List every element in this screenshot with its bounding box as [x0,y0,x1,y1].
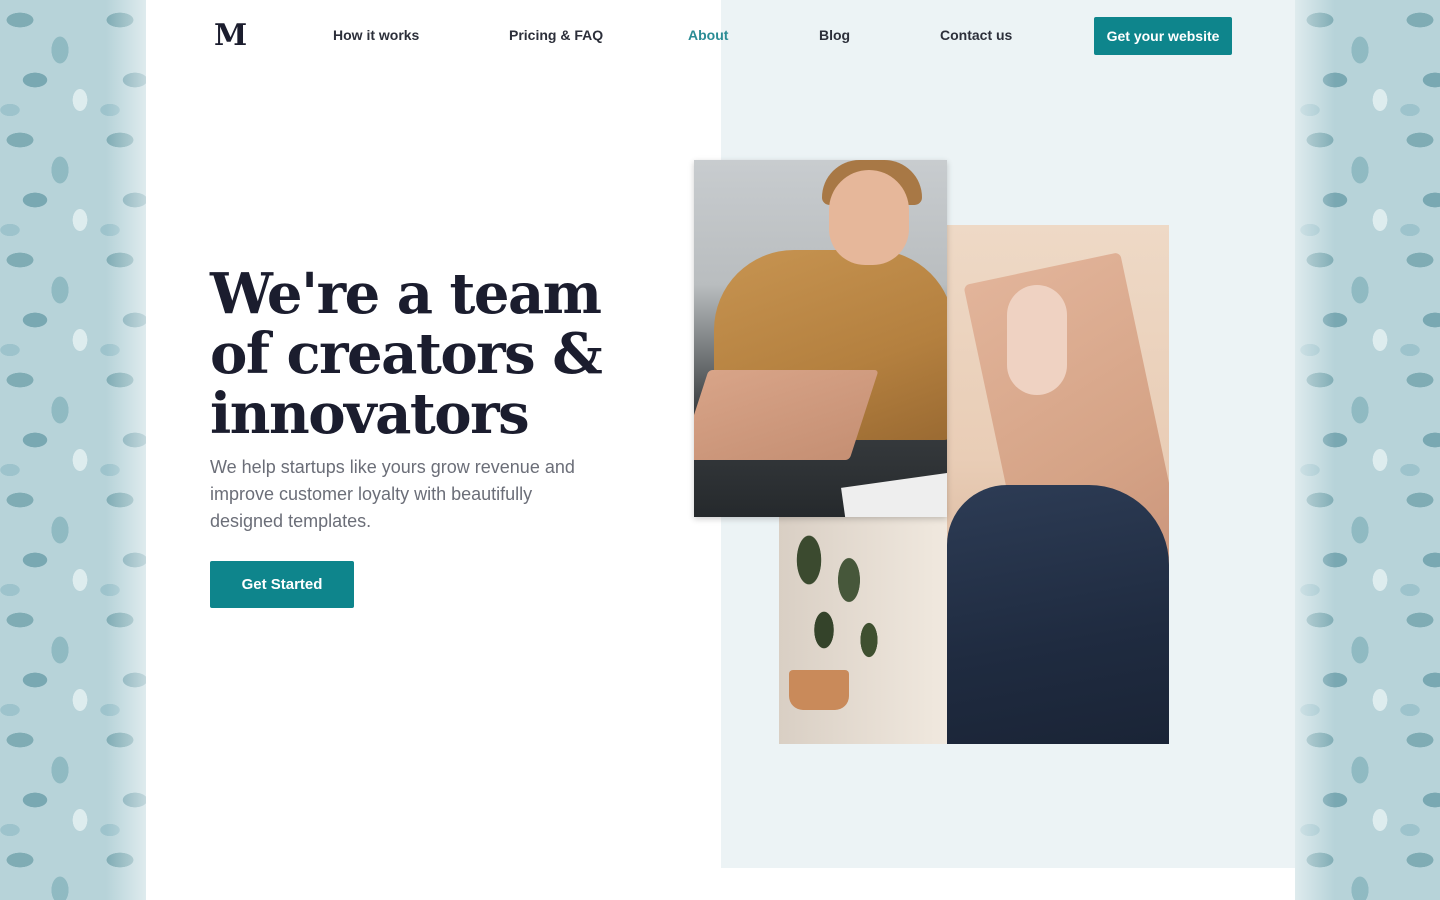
get-started-button[interactable]: Get Started [210,561,354,608]
photo-person-typing-laptop [694,160,947,517]
nav-link-how-it-works[interactable]: How it works [333,27,419,43]
nav-link-about[interactable]: About [688,27,728,43]
paper-sheet [841,472,947,517]
background-leaf-pattern-left [106,0,146,900]
plant-pot [789,670,849,710]
background-leaf-pattern-right [1295,0,1335,900]
backpack [947,485,1169,744]
laptop-open [694,370,879,460]
face [829,170,909,265]
nav-link-pricing-faq[interactable]: Pricing & FAQ [509,27,603,43]
plant-leaves [779,520,889,680]
hero-headline: We're a team of creators & innovators [210,261,603,447]
get-your-website-button[interactable]: Get your website [1094,17,1232,55]
hero-subtext: We help startups like yours grow revenue… [210,457,575,531]
nav-link-contact-us[interactable]: Contact us [940,27,1012,43]
photo-person-holding-laptop [947,225,1169,744]
hand [1007,285,1067,395]
page-container: M How it works Pricing & FAQ About Blog … [146,0,1295,900]
top-navigation: M How it works Pricing & FAQ About Blog … [146,0,1295,72]
nav-link-blog[interactable]: Blog [819,27,850,43]
logo[interactable]: M [214,18,247,53]
